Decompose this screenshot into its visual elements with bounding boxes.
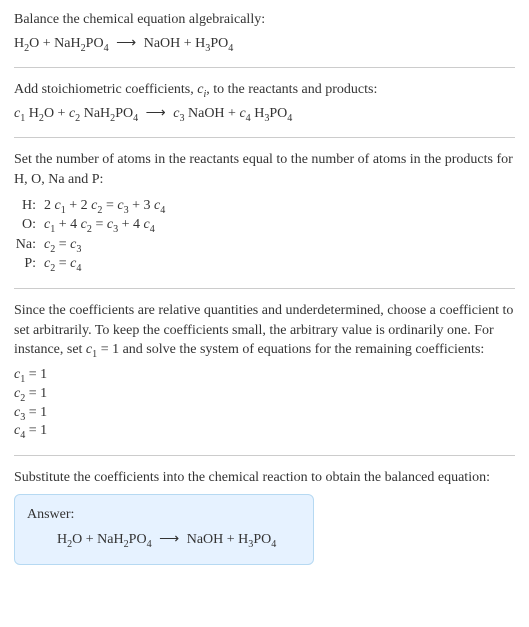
arrow-icon: ⟶ [112,34,140,54]
element-label: H: [14,196,44,216]
solve-intro: Since the coefficients are relative quan… [14,301,515,360]
section-atom-balance: Set the number of atoms in the reactants… [14,150,515,289]
substitute-intro: Substitute the coefficients into the che… [14,468,515,488]
element-equation: c2 = c4 [44,254,81,274]
element-equation: 2 c1 + 2 c2 = c3 + 3 c4 [44,196,165,216]
coeffs-intro-a: Add stoichiometric coefficients, [14,82,197,97]
coeff-line: c1 = 1 [14,366,515,385]
table-row: H: 2 c1 + 2 c2 = c3 + 3 c4 [14,196,515,216]
section-title: Balance the chemical equation algebraica… [14,10,515,68]
equation-with-coeffs: c1 H2O + c2 NaH2PO4 ⟶ c3 NaOH + c4 H3PO4 [14,104,515,124]
atoms-intro: Set the number of atoms in the reactants… [14,150,515,189]
unbalanced-equation: H2O + NaH2PO4 ⟶ NaOH + H3PO4 [14,34,515,54]
coeffs-intro: Add stoichiometric coefficients, ci, to … [14,80,515,100]
coeff-line: c2 = 1 [14,385,515,404]
section-add-coefficients: Add stoichiometric coefficients, ci, to … [14,80,515,138]
coeff-line: c3 = 1 [14,404,515,423]
table-row: P: c2 = c4 [14,254,515,274]
section-answer: Substitute the coefficients into the che… [14,468,515,579]
table-row: O: c1 + 4 c2 = c3 + 4 c4 [14,215,515,235]
element-equation: c1 + 4 c2 = c3 + 4 c4 [44,215,155,235]
table-row: Na: c2 = c3 [14,235,515,255]
atom-equations-table: H: 2 c1 + 2 c2 = c3 + 3 c4 O: c1 + 4 c2 … [14,196,515,274]
arrow-icon: ⟶ [142,104,170,124]
answer-label: Answer: [27,505,301,525]
section-solve: Since the coefficients are relative quan… [14,301,515,456]
element-label: Na: [14,235,44,255]
answer-box: Answer: H2O + NaH2PO4 ⟶ NaOH + H3PO4 [14,494,314,565]
balanced-equation: H2O + NaH2PO4 ⟶ NaOH + H3PO4 [27,530,301,550]
coefficient-solutions: c1 = 1 c2 = 1 c3 = 1 c4 = 1 [14,366,515,442]
arrow-icon: ⟶ [155,530,183,550]
coeff-line: c4 = 1 [14,422,515,441]
element-label: O: [14,215,44,235]
element-label: P: [14,254,44,274]
title-text: Balance the chemical equation algebraica… [14,10,515,30]
coeffs-intro-b: , to the reactants and products: [206,82,377,97]
element-equation: c2 = c3 [44,235,81,255]
